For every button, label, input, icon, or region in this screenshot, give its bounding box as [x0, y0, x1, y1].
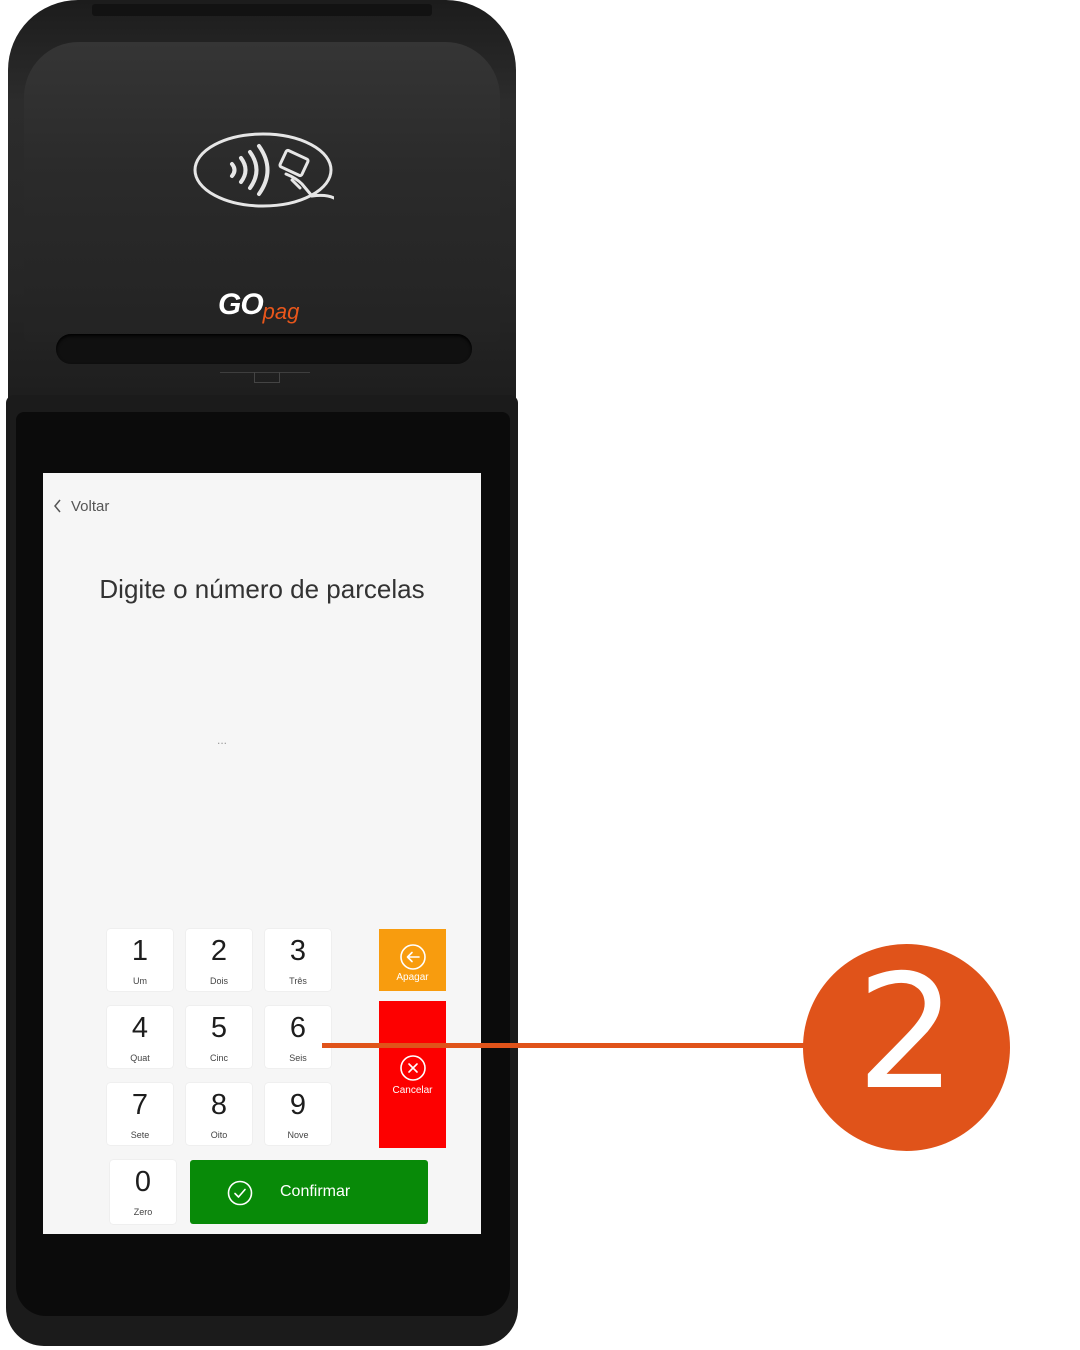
key-3[interactable]: 3 Três — [265, 929, 331, 991]
apagar-label: Apagar — [396, 972, 429, 983]
key-word: Sete — [130, 1130, 150, 1140]
key-7[interactable]: 7 Sete — [107, 1083, 173, 1145]
key-word: Zero — [133, 1207, 153, 1217]
key-word: Dois — [209, 976, 228, 986]
apagar-button[interactable]: Apagar — [379, 929, 446, 991]
check-circle-icon — [227, 1180, 253, 1206]
cancelar-button[interactable]: Cancelar — [379, 1001, 446, 1148]
key-digit: 0 — [134, 1166, 152, 1198]
key-digit: 9 — [289, 1089, 307, 1121]
confirmar-button[interactable]: Confirmar — [190, 1160, 428, 1224]
key-digit: 2 — [210, 935, 228, 967]
key-digit: 8 — [210, 1089, 228, 1121]
key-4[interactable]: 4 Quat — [107, 1006, 173, 1068]
brand-pag: pag — [262, 299, 300, 324]
contactless-icon — [193, 132, 334, 208]
key-digit: 3 — [289, 935, 307, 967]
key-9[interactable]: 9 Nove — [265, 1083, 331, 1145]
key-word: Quat — [130, 1053, 150, 1063]
key-digit: 4 — [131, 1012, 149, 1044]
key-word: Oito — [210, 1130, 228, 1140]
key-5[interactable]: 5 Cinc — [186, 1006, 252, 1068]
close-circle-icon — [399, 1055, 426, 1081]
key-digit: 1 — [131, 935, 149, 967]
back-label: Voltar — [71, 497, 110, 515]
key-1[interactable]: 1 Um — [107, 929, 173, 991]
callout-line — [322, 1043, 812, 1048]
hinge-tab — [254, 372, 280, 383]
key-word: Seis — [289, 1053, 307, 1063]
page-title: Digite o número de parcelas — [99, 574, 425, 604]
pos-screen: Voltar Digite o número de parcelas ... 1… — [43, 473, 481, 1234]
chevron-left-icon — [54, 499, 61, 513]
key-digit: 7 — [131, 1089, 149, 1121]
paper-slot — [56, 334, 472, 364]
key-6[interactable]: 6 Seis — [265, 1006, 331, 1068]
key-0[interactable]: 0 Zero — [110, 1160, 176, 1224]
back-button[interactable]: Voltar — [53, 495, 109, 517]
callout-badge: 2 — [803, 944, 1010, 1151]
gopag-logo: GOpag — [218, 288, 299, 324]
key-digit: 6 — [289, 1012, 307, 1044]
key-word: Um — [133, 976, 147, 986]
callout-number: 2 — [856, 941, 957, 1125]
paper-lip — [92, 4, 432, 16]
cancelar-label: Cancelar — [392, 1085, 433, 1096]
key-word: Três — [289, 976, 307, 986]
backspace-icon — [399, 944, 426, 970]
confirmar-label: Confirmar — [280, 1183, 351, 1200]
key-8[interactable]: 8 Oito — [186, 1083, 252, 1145]
key-digit: 5 — [210, 1012, 228, 1044]
key-word: Cinc — [209, 1053, 228, 1063]
key-2[interactable]: 2 Dois — [186, 929, 252, 991]
key-word: Nove — [287, 1130, 309, 1140]
installments-display: ... — [216, 733, 227, 747]
printer-housing: GOpag — [8, 0, 516, 410]
brand-go: GO — [218, 288, 264, 321]
